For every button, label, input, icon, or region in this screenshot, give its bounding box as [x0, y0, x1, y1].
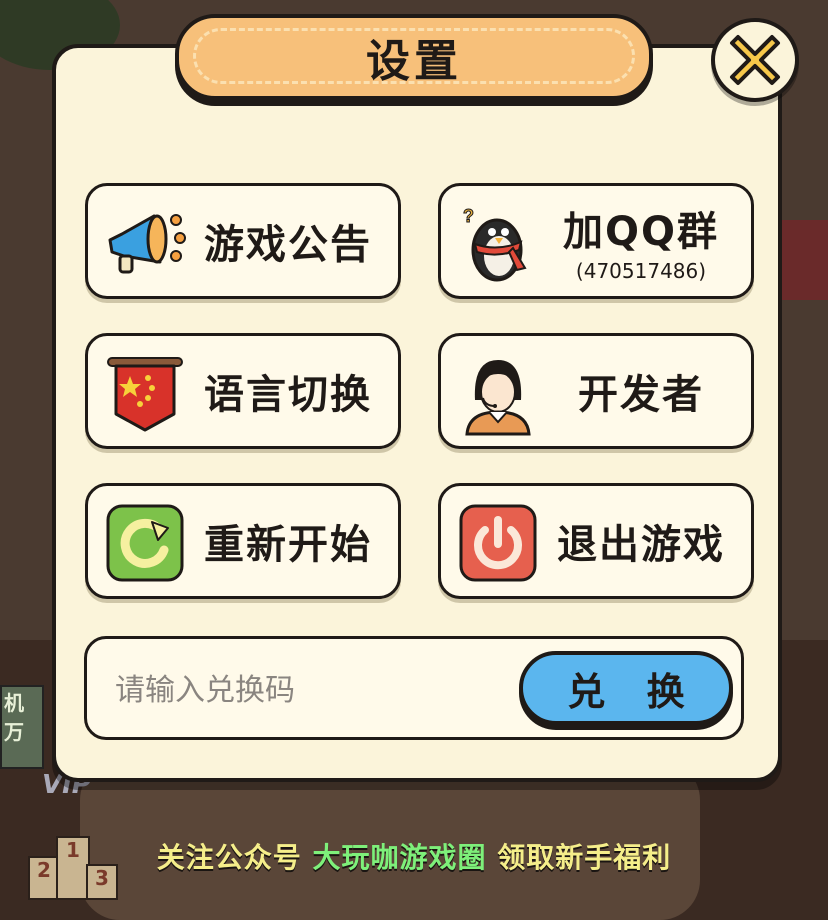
restart-label: 重新开始 — [204, 522, 372, 568]
side-menu-label-1: 机 — [4, 691, 24, 715]
promo-highlight[interactable]: 大玩咖游戏圈 — [312, 841, 486, 874]
penguin-icon: ? — [463, 206, 527, 282]
developer-button[interactable]: 开发者 — [438, 333, 754, 449]
redeem-code-row: 兑 换 — [84, 636, 744, 740]
close-x-icon — [730, 35, 780, 85]
settings-title-tab: 设置 — [175, 14, 653, 100]
qq-group-label: 加QQ群 — [562, 209, 719, 255]
side-menu-icon[interactable]: 机 万 — [0, 685, 44, 769]
quit-game-label: 退出游戏 — [557, 522, 725, 568]
promo-text: 关注公众号 大玩咖游戏圈 领取新手福利 — [0, 836, 828, 876]
language-switch-button[interactable]: 语言切换 — [85, 333, 401, 449]
language-switch-label: 语言切换 — [204, 372, 372, 418]
svg-text:?: ? — [463, 206, 474, 226]
redeem-button[interactable]: 兑 换 — [519, 651, 733, 725]
close-button[interactable] — [711, 18, 799, 102]
promo-part-2: 领取新手福利 — [486, 841, 672, 874]
developer-avatar-icon — [465, 360, 531, 436]
promo-part-1: 关注公众号 — [156, 841, 313, 874]
restart-arrow-icon — [106, 504, 184, 582]
join-qq-group-button[interactable]: ? 加QQ群 (470517486) — [438, 183, 754, 299]
developer-label: 开发者 — [578, 372, 704, 418]
megaphone-icon — [108, 214, 186, 274]
announcement-label: 游戏公告 — [204, 222, 372, 268]
banner-flag-icon — [107, 357, 183, 432]
side-menu-label-2: 万 — [4, 720, 24, 744]
restart-button[interactable]: 重新开始 — [85, 483, 401, 599]
power-icon — [459, 504, 537, 582]
background-red-box — [778, 220, 828, 300]
qq-group-number: (470517486) — [575, 259, 707, 283]
page-title: 设置 — [366, 36, 462, 87]
announcement-button[interactable]: 游戏公告 — [85, 183, 401, 299]
redeem-code-input[interactable] — [113, 661, 497, 719]
quit-game-button[interactable]: 退出游戏 — [438, 483, 754, 599]
